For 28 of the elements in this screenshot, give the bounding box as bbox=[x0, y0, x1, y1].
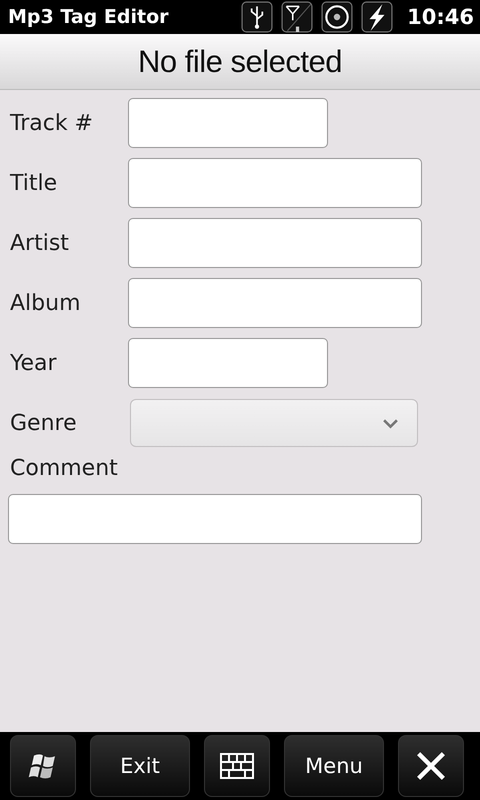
clock-time: 10:46 bbox=[407, 5, 474, 29]
close-icon bbox=[414, 751, 448, 781]
field-label: Track # bbox=[9, 110, 94, 136]
keyboard-icon bbox=[220, 751, 254, 781]
input-field[interactable] bbox=[128, 338, 328, 388]
input-field[interactable] bbox=[128, 158, 422, 208]
chevron-down-icon bbox=[382, 418, 399, 428]
windows-logo-button[interactable] bbox=[10, 735, 76, 797]
softkey-button[interactable]: Exit bbox=[90, 735, 190, 797]
input-field[interactable] bbox=[128, 278, 422, 328]
field-label: Artist bbox=[9, 230, 70, 256]
field-label: Title bbox=[9, 170, 58, 196]
field-label: Genre bbox=[9, 410, 78, 436]
input-field[interactable] bbox=[128, 218, 422, 268]
usb-icon[interactable] bbox=[241, 1, 274, 33]
speaker-icon[interactable] bbox=[321, 1, 354, 33]
input-field[interactable] bbox=[8, 494, 422, 544]
signal-icon[interactable] bbox=[281, 1, 314, 33]
field-label: Album bbox=[9, 290, 82, 316]
softkey-button[interactable]: Menu bbox=[284, 735, 384, 797]
header-title: No file selected bbox=[138, 44, 342, 80]
app-title: Mp3 Tag Editor bbox=[8, 6, 170, 28]
keyboard-button[interactable] bbox=[204, 735, 270, 797]
close-button[interactable] bbox=[398, 735, 464, 797]
field-label: Year bbox=[9, 350, 58, 376]
input-field[interactable] bbox=[128, 98, 328, 148]
lightning-icon[interactable] bbox=[361, 1, 394, 33]
field-label: Comment bbox=[9, 456, 119, 482]
